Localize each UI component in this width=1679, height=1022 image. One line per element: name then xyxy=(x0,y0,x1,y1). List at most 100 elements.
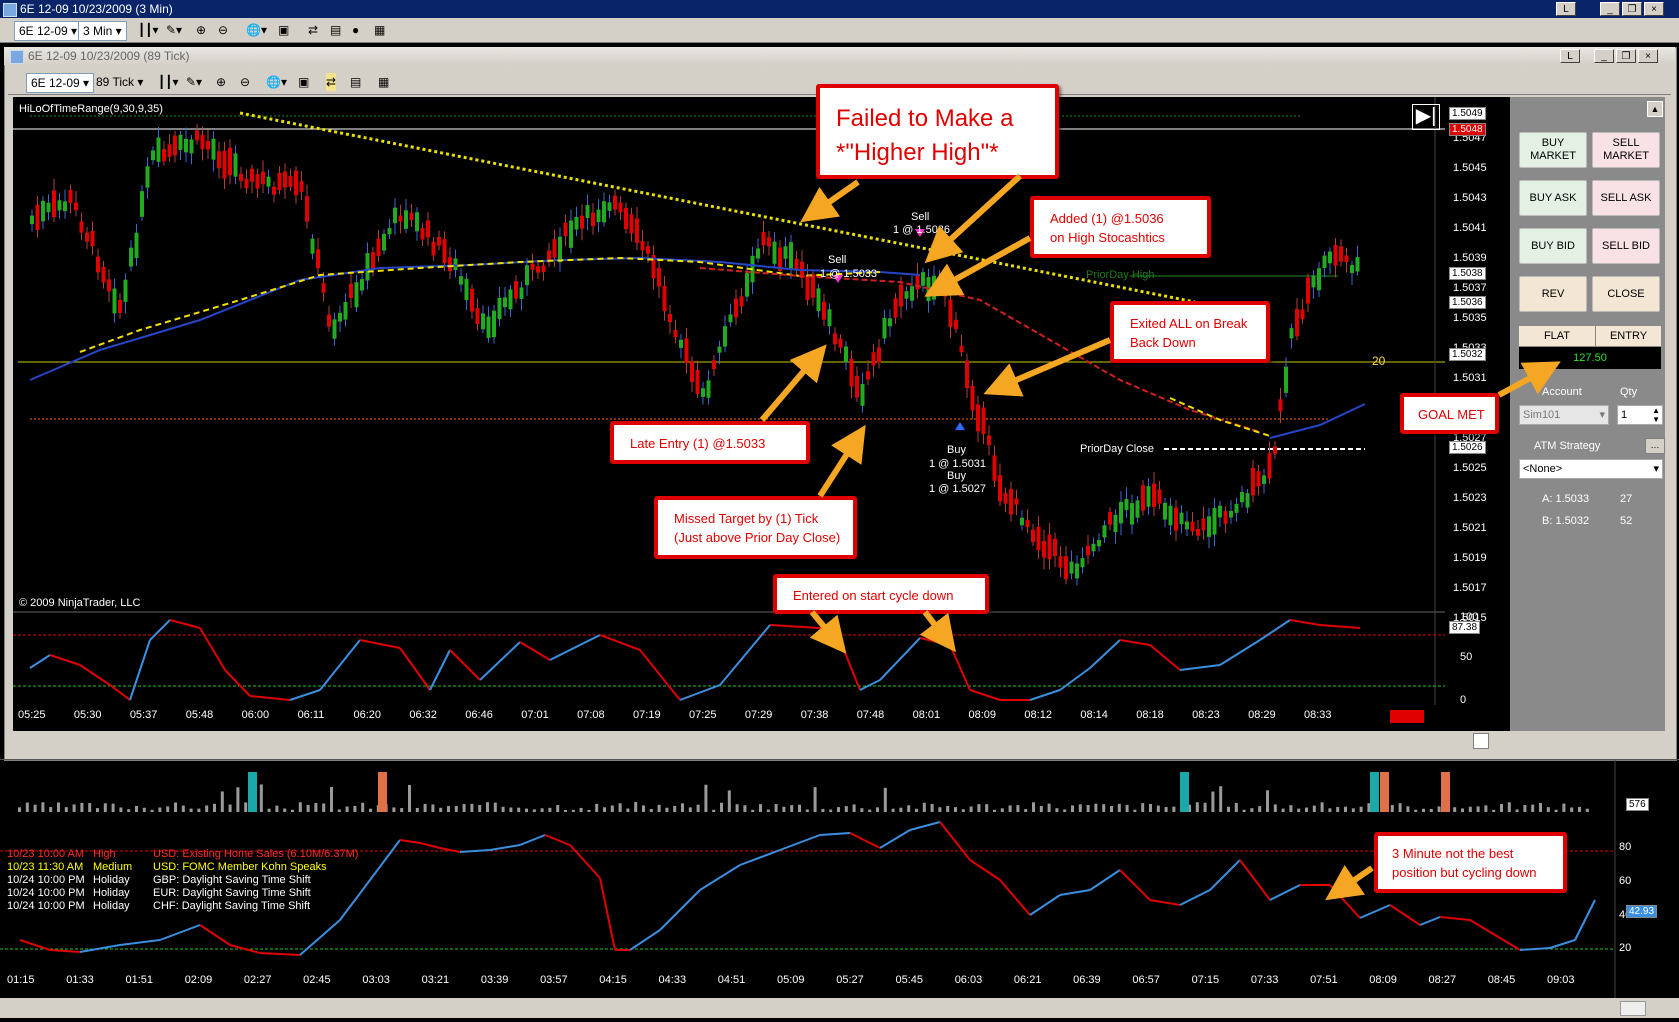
time-tick: 05:30 xyxy=(73,709,102,721)
candle-body xyxy=(118,299,122,314)
volume-bar xyxy=(1414,809,1418,812)
reverse-button[interactable]: REV xyxy=(1519,276,1587,312)
volume-bar xyxy=(1172,806,1176,812)
callout-missed-target: Missed Target by (1) Tick (Just above Pr… xyxy=(654,496,857,559)
volume-bar xyxy=(275,805,279,812)
buy-market-button[interactable]: BUY MARKET xyxy=(1519,132,1587,168)
candle-body xyxy=(822,301,826,320)
sell-bid-button[interactable]: SELL BID xyxy=(1592,228,1660,264)
bottom-stoch-segment xyxy=(1119,869,1151,901)
candle-body xyxy=(497,297,502,320)
close-position-button[interactable]: CLOSE xyxy=(1592,276,1660,312)
candle-body xyxy=(453,258,458,270)
candle-body xyxy=(1075,563,1079,579)
volume-spike-bar xyxy=(248,772,257,812)
sell-marker-2-title: Sell xyxy=(828,254,847,266)
red-indicator-flag xyxy=(1390,710,1424,723)
news-impact: High xyxy=(93,848,116,860)
volume-bar xyxy=(330,786,333,812)
candle-body xyxy=(1317,268,1321,291)
candle-body xyxy=(1130,503,1134,525)
stoch-segment xyxy=(839,639,861,691)
stoch-segment xyxy=(429,649,451,691)
scrollbar-thumb[interactable] xyxy=(1473,733,1489,749)
candle-body xyxy=(1047,534,1052,560)
chart-scrollbar[interactable] xyxy=(13,731,1510,749)
candle-body xyxy=(1295,308,1299,337)
candle-body xyxy=(1064,556,1068,580)
candle-body xyxy=(673,329,678,338)
volume-bar xyxy=(337,809,341,812)
candle-body xyxy=(1141,485,1145,511)
volume-bar xyxy=(1047,803,1051,812)
volume-bar xyxy=(649,808,653,812)
candle-body xyxy=(662,285,667,312)
volume-bar xyxy=(571,809,575,812)
volume-bar xyxy=(766,809,770,812)
volume-bar xyxy=(704,784,708,812)
candle-body xyxy=(481,313,485,330)
candle-body xyxy=(640,241,645,251)
sell-market-button[interactable]: SELL MARKET xyxy=(1592,132,1660,168)
price-tick: 1.5023 xyxy=(1453,492,1487,504)
time-tick: 08:23 xyxy=(1192,709,1220,721)
candle-body xyxy=(739,296,744,307)
volume-bar xyxy=(189,808,193,812)
volume-bar xyxy=(369,808,372,812)
price-box-a: 1.5038 xyxy=(1449,267,1486,280)
candle-body xyxy=(486,316,491,338)
volume-bar xyxy=(1422,808,1425,812)
volume-bar xyxy=(556,805,560,812)
candle-body xyxy=(228,147,232,176)
candle-body xyxy=(1036,526,1041,551)
volume-bar xyxy=(774,804,778,812)
candle-body xyxy=(239,173,243,181)
candle-body xyxy=(310,238,315,254)
bottom-scrollbar-thumb[interactable] xyxy=(1620,1001,1646,1016)
candle-body xyxy=(629,214,634,234)
sell-ask-button[interactable]: SELL ASK xyxy=(1592,180,1660,216)
candle-body xyxy=(222,150,227,179)
callout-missed-line1: Missed Target by (1) Tick xyxy=(674,511,819,526)
candle-body xyxy=(459,276,463,285)
volume-spike-bar xyxy=(1441,772,1450,812)
account-select[interactable]: Sim101 ▾ xyxy=(1519,405,1609,425)
callout-missed-line2: (Just above Prior Day Close) xyxy=(674,530,841,545)
bottom-time-tick: 06:39 xyxy=(1073,974,1101,986)
scroll-to-end-icon[interactable]: ▶| xyxy=(1412,104,1440,130)
volume-bar xyxy=(1063,809,1067,812)
volume-bar xyxy=(1484,805,1488,812)
candle-body xyxy=(981,407,986,435)
quantity-stepper[interactable]: 1 ▲ ▼ xyxy=(1617,405,1663,425)
candle-body xyxy=(156,137,161,162)
bottom-stoch-segment xyxy=(1269,884,1301,901)
bottom-stoch-segment xyxy=(299,919,341,956)
collapse-panel-icon[interactable]: ▲ xyxy=(1647,101,1663,117)
candle-body xyxy=(464,278,469,301)
buy-marker-2-price: 1 @ 1.5027 xyxy=(929,483,987,495)
volume-bar xyxy=(72,804,76,812)
candle-body xyxy=(316,249,320,269)
bottom-stoch-segment xyxy=(939,821,971,861)
buy-bid-button[interactable]: BUY BID xyxy=(1519,228,1587,264)
candle-body xyxy=(1218,505,1222,518)
volume-spike-bar xyxy=(1370,772,1379,812)
volume-bar xyxy=(603,807,606,812)
bottom-scrollbar[interactable] xyxy=(0,998,1679,1018)
atm-strategy-select[interactable]: <None> ▾ xyxy=(1519,459,1663,479)
atm-options-button[interactable]: … xyxy=(1645,438,1665,454)
candle-body xyxy=(948,299,953,327)
bottom-time-tick: 02:45 xyxy=(303,974,331,986)
volume-bar xyxy=(1367,803,1371,812)
stoch-segment xyxy=(169,619,201,629)
buy-ask-button[interactable]: BUY ASK xyxy=(1519,180,1587,216)
volume-bar xyxy=(1133,809,1137,812)
volume-bar xyxy=(595,803,599,812)
stoch-segment xyxy=(1089,639,1121,669)
candle-body xyxy=(574,216,579,230)
price-tick: 1.5037 xyxy=(1453,282,1487,294)
bottom-stoch-segment xyxy=(1469,919,1491,933)
candle-body xyxy=(288,175,293,187)
bottom-stoch-segment xyxy=(1549,939,1576,949)
volume-bar xyxy=(1032,802,1035,812)
